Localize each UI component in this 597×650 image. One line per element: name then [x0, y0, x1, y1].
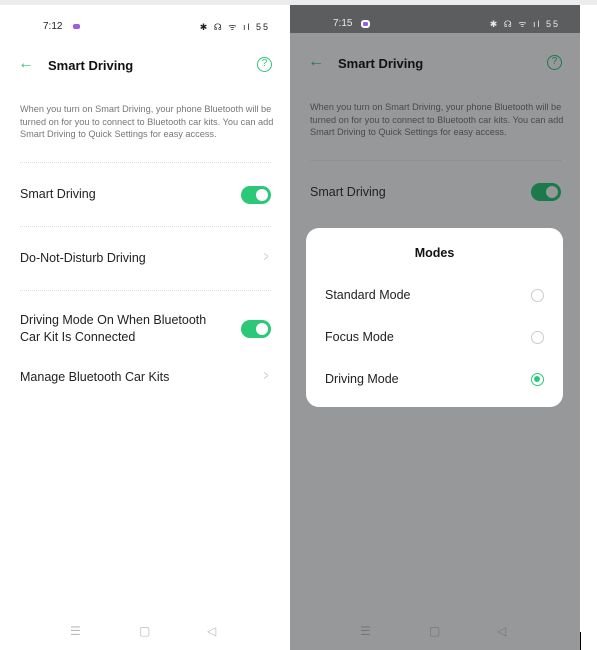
- standard-mode-radio[interactable]: [531, 289, 544, 302]
- standard-mode-option[interactable]: Standard Mode: [325, 288, 410, 302]
- driving-mode-bluetooth-toggle[interactable]: [241, 320, 271, 338]
- smart-driving-label: Smart Driving: [310, 185, 386, 199]
- modes-dialog: Modes Standard Mode Focus Mode Driving M…: [306, 228, 563, 407]
- left-phone-screen: 7:12 ✱ ☊ ᯤ ıl 55 ← Smart Driving ? When …: [0, 5, 290, 650]
- back-arrow-icon[interactable]: ←: [308, 53, 324, 71]
- status-icons: ✱ ☊ ᯤ ıl 55: [489, 19, 560, 29]
- status-time: 7:15: [333, 18, 353, 29]
- status-time: 7:12: [43, 21, 63, 32]
- description: When you turn on Smart Driving, your pho…: [310, 102, 564, 137]
- dialog-title: Modes: [414, 246, 455, 260]
- status-bar: 7:15 ✱ ☊ ᯤ ıl 55: [290, 5, 580, 33]
- menu-nav-icon[interactable]: ☰: [360, 624, 371, 638]
- smart-driving-toggle[interactable]: [241, 186, 271, 204]
- menu-nav-icon[interactable]: ☰: [70, 624, 81, 638]
- divider: [310, 160, 561, 161]
- right-phone-screen: 7:15 ✱ ☊ ᯤ ıl 55 ← Smart Driving ? When …: [290, 5, 580, 650]
- chevron-right-icon: >: [263, 248, 269, 264]
- page-title: Smart Driving: [48, 58, 134, 73]
- back-nav-icon[interactable]: ◁: [207, 624, 216, 638]
- driving-mode-option[interactable]: Driving Mode: [325, 372, 399, 386]
- manage-car-kits-item[interactable]: Manage Bluetooth Car Kits: [20, 369, 169, 386]
- notification-icon: [361, 20, 370, 28]
- home-nav-icon[interactable]: ▢: [429, 624, 440, 638]
- text-cursor: [580, 632, 581, 650]
- focus-mode-radio[interactable]: [531, 331, 544, 344]
- status-bar: 7:12 ✱ ☊ ᯤ ıl 55: [0, 5, 290, 33]
- divider: [20, 290, 271, 291]
- page-title: Smart Driving: [338, 56, 424, 71]
- chevron-right-icon: >: [263, 367, 269, 383]
- home-nav-icon[interactable]: ▢: [139, 624, 150, 638]
- dnd-driving-item[interactable]: Do-Not-Disturb Driving: [20, 250, 146, 267]
- description: When you turn on Smart Driving, your pho…: [20, 104, 274, 139]
- help-icon[interactable]: ?: [547, 55, 562, 70]
- help-icon[interactable]: ?: [257, 57, 272, 72]
- driving-mode-bluetooth-label[interactable]: Driving Mode On When Bluetooth Car Kit I…: [20, 312, 220, 346]
- status-icons: ✱ ☊ ᯤ ıl 55: [199, 22, 270, 32]
- driving-mode-radio[interactable]: [531, 373, 544, 386]
- back-nav-icon[interactable]: ◁: [497, 624, 506, 638]
- back-arrow-icon[interactable]: ←: [18, 55, 34, 73]
- divider: [20, 162, 271, 163]
- notification-icon: [73, 24, 80, 29]
- smart-driving-toggle: [531, 183, 561, 201]
- smart-driving-label[interactable]: Smart Driving: [20, 186, 96, 203]
- focus-mode-option[interactable]: Focus Mode: [325, 330, 394, 344]
- divider: [20, 226, 271, 227]
